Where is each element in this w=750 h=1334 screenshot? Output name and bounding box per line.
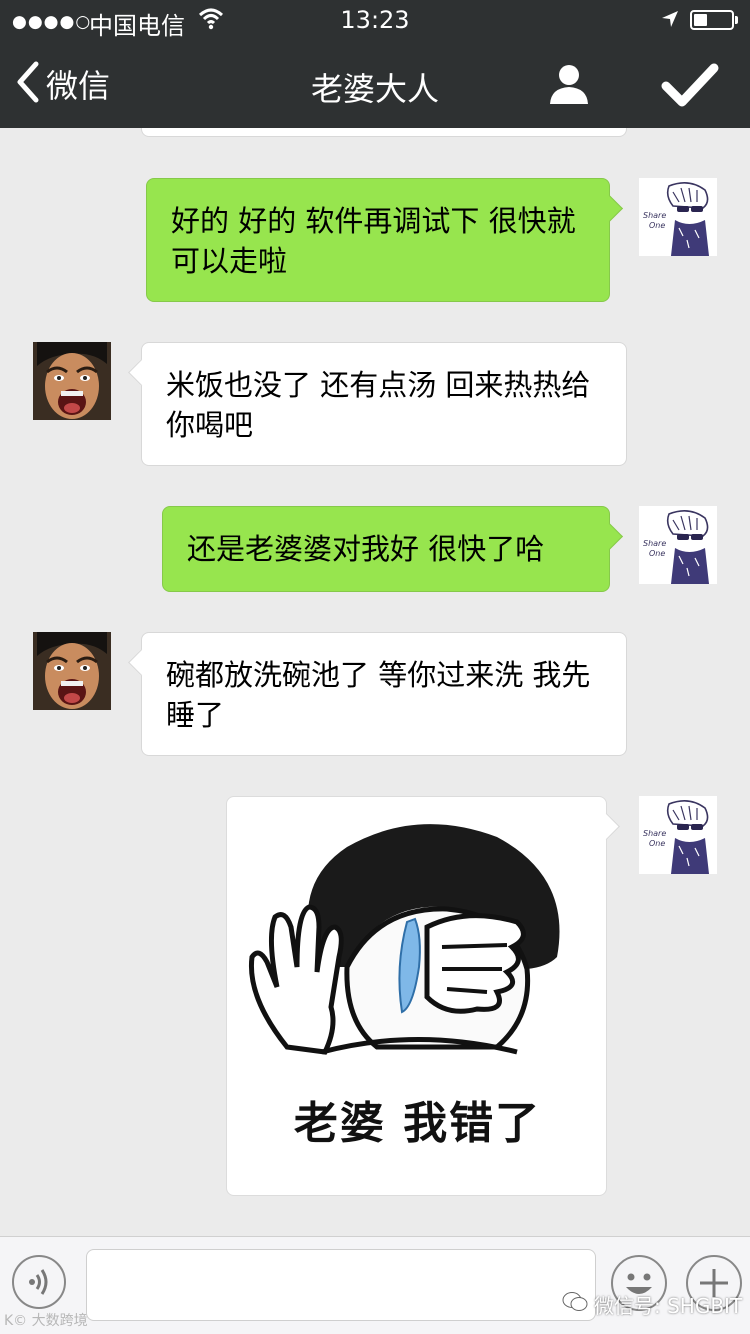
wechat-logo-icon: [562, 1291, 588, 1318]
sticker-caption: 老婆 我错了: [293, 1098, 542, 1149]
checkmark-icon[interactable]: [660, 62, 720, 110]
watermark-right: 微信号: SHGBIT: [562, 1290, 742, 1319]
svg-text:Share: Share: [643, 539, 666, 548]
message-text: 还是老婆婆对我好 很快了哈: [187, 532, 545, 566]
message-bubble-outgoing[interactable]: 好的 好的 软件再调试下 很快就可以走啦: [146, 178, 623, 302]
back-button[interactable]: 微信: [14, 60, 111, 108]
svg-text:One: One: [649, 549, 665, 558]
back-label: 微信: [46, 67, 111, 105]
battery-tip: [735, 16, 738, 24]
self-avatar[interactable]: Share One: [639, 506, 717, 584]
self-avatar[interactable]: Share One: [639, 796, 717, 874]
crying-face-sticker: [248, 824, 560, 1055]
message-bubble-incoming[interactable]: 碗都放洗碗池了 等你过来洗 我先睡了: [128, 632, 627, 756]
svg-text:One: One: [649, 221, 665, 230]
battery-icon: [690, 10, 734, 30]
message-input[interactable]: [86, 1249, 596, 1321]
contact-avatar[interactable]: [33, 632, 111, 710]
voice-icon[interactable]: [12, 1255, 66, 1309]
message-text: 米饭也没了 还有点汤 回来热热给你喝吧: [166, 368, 591, 442]
person-icon[interactable]: [547, 62, 591, 106]
contact-avatar[interactable]: [33, 342, 111, 420]
location-arrow-icon: [660, 9, 680, 33]
chat-area[interactable]: 好的 好的 软件再调试下 很快就可以走啦 Share One 米饭也没了 还有点汤…: [0, 128, 750, 1236]
message-text: 碗都放洗碗池了 等你过来洗 我先睡了: [166, 658, 591, 732]
input-bar: [0, 1236, 750, 1334]
message-bubble-partial: [141, 128, 627, 137]
status-bar: ●●●●○ 中国电信 13:23: [0, 0, 750, 40]
nav-bar: 微信 老婆大人: [0, 40, 750, 128]
chevron-left-icon: [14, 60, 40, 108]
sticker-message[interactable]: 老婆 我错了: [226, 796, 620, 1196]
message-text: 好的 好的 软件再调试下 很快就可以走啦: [171, 204, 576, 278]
clock: 13:23: [340, 6, 410, 34]
battery-level: [694, 14, 707, 26]
self-avatar[interactable]: Share One: [639, 178, 717, 256]
watermark-text: 微信号: SHGBIT: [594, 1294, 743, 1318]
chat-title: 老婆大人: [310, 70, 439, 108]
watermark-left: K© 大数跨境: [4, 1313, 88, 1329]
message-bubble-outgoing[interactable]: 还是老婆婆对我好 很快了哈: [162, 506, 623, 592]
svg-text:Share: Share: [643, 829, 666, 838]
svg-text:Share: Share: [643, 211, 666, 220]
message-bubble-incoming[interactable]: 米饭也没了 还有点汤 回来热热给你喝吧: [128, 342, 627, 466]
svg-text:One: One: [649, 839, 665, 848]
